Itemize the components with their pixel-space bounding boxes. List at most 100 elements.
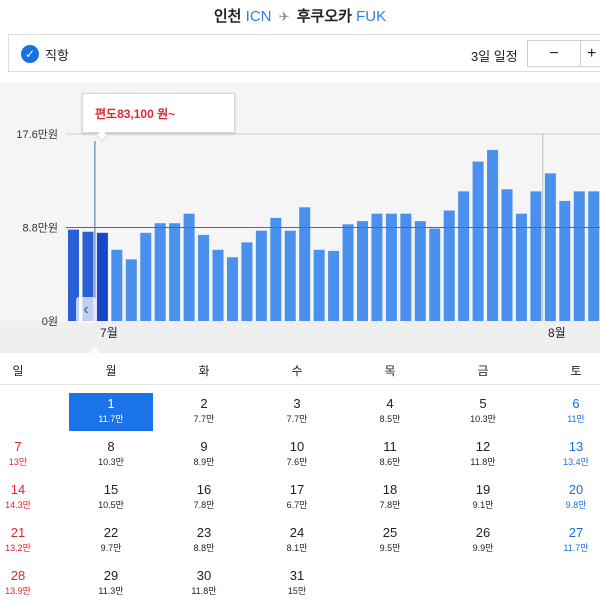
chart-bar[interactable] [255, 230, 267, 321]
chart-bar[interactable] [270, 217, 282, 321]
calendar-day-number: 4 [386, 396, 394, 411]
chart-bar[interactable] [313, 249, 325, 321]
chart-bar[interactable] [342, 224, 354, 321]
chart-bar[interactable] [515, 213, 527, 321]
decrease-days-button[interactable]: − [527, 40, 581, 67]
calendar-day-price: 9.8만 [565, 500, 587, 510]
calendar-day[interactable]: 13 13.4만 [534, 436, 600, 474]
chart-bar[interactable] [588, 191, 600, 321]
month-label: 7월 [100, 326, 118, 340]
calendar-day-price: 7.8만 [193, 500, 215, 510]
calendar-day[interactable]: 26 9.9만 [441, 522, 525, 560]
calendar-day[interactable]: 1 11.7만 [69, 393, 153, 431]
calendar-day[interactable]: 17 6.7만 [255, 479, 339, 517]
calendar-weekday-header: 일월화수목금토 [0, 353, 600, 385]
calendar-day[interactable]: 20 9.8만 [534, 479, 600, 517]
calendar-day[interactable]: 19 9.1만 [441, 479, 525, 517]
chart-bar[interactable] [559, 200, 571, 321]
calendar-day[interactable]: 10 7.6만 [255, 436, 339, 474]
chart-bar[interactable] [429, 228, 441, 321]
calendar-day[interactable]: 12 11.8만 [441, 436, 525, 474]
calendar-day-price: 11.8만 [470, 457, 496, 467]
chart-bar[interactable] [198, 234, 210, 321]
chart-prev-button[interactable]: ‹ [76, 297, 96, 323]
chart-bar[interactable] [472, 161, 484, 321]
chart-bar[interactable] [111, 249, 123, 321]
calendar-day-number: 26 [475, 525, 491, 540]
chart-bar[interactable] [357, 221, 368, 321]
calendar-day-number: 7 [14, 439, 22, 454]
chart-bar[interactable] [284, 230, 296, 321]
destination-code: FUK [356, 8, 387, 25]
calendar-day[interactable]: 21 13.2만 [0, 522, 60, 560]
calendar-day-number: 28 [10, 568, 26, 583]
chart-bar[interactable] [299, 207, 311, 321]
calendar-day[interactable]: 18 7.8만 [348, 479, 432, 517]
options-bar: ✓ 직항 3일 일정 − + [8, 34, 600, 72]
calendar-day-price: 6.7만 [286, 500, 308, 510]
chart-bar[interactable] [371, 213, 383, 321]
calendar-day[interactable]: 11 8.6만 [348, 436, 432, 474]
calendar-day[interactable]: 28 13.9만 [0, 565, 60, 600]
calendar-day[interactable]: 15 10.5만 [69, 479, 153, 517]
calendar-day[interactable]: 16 7.8만 [162, 479, 246, 517]
chart-bar[interactable] [183, 213, 195, 321]
chart-bar[interactable] [458, 191, 470, 321]
calendar-day[interactable]: 24 8.1만 [255, 522, 339, 560]
calendar-day-number: 12 [475, 439, 491, 454]
chart-bar[interactable] [125, 259, 137, 321]
calendar-day[interactable]: 30 11.8만 [162, 565, 246, 600]
chart-bar[interactable] [226, 257, 238, 321]
chart-bar[interactable] [96, 232, 108, 321]
price-tooltip: 편도83,100 원~ [82, 93, 235, 133]
calendar-day[interactable]: 5 10.3만 [441, 393, 525, 431]
chart-bar[interactable] [544, 173, 556, 321]
calendar-day-price: 8.6만 [379, 457, 401, 467]
increase-days-button[interactable]: + [580, 40, 600, 67]
chart-bar[interactable] [573, 191, 585, 321]
calendar-day[interactable]: 23 8.8만 [162, 522, 246, 560]
chart-bar[interactable] [530, 191, 542, 321]
calendar-day[interactable]: 7 13만 [0, 436, 60, 474]
calendar-day-price: 10.5만 [98, 500, 124, 510]
chart-bar[interactable] [154, 223, 166, 321]
calendar-day[interactable]: 27 11.7만 [534, 522, 600, 560]
calendar-day-price: 10.3만 [98, 457, 124, 467]
chart-bar[interactable] [414, 221, 426, 321]
calendar-day[interactable]: 29 11.3만 [69, 565, 153, 600]
calendar-day-number: 11 [383, 439, 397, 454]
calendar-day[interactable]: 9 8.9만 [162, 436, 246, 474]
route-title: 인천 ICN ✈ 후쿠오카 FUK [0, 0, 600, 34]
calendar-day[interactable]: 3 7.7만 [255, 393, 339, 431]
calendar-day[interactable]: 14 14.3만 [0, 479, 60, 517]
chart-bar[interactable] [140, 232, 152, 321]
calendar-day[interactable]: 2 7.7만 [162, 393, 246, 431]
calendar-day-number: 31 [289, 568, 305, 583]
calendar-day-price: 11.3만 [98, 586, 124, 596]
chart-bar[interactable] [487, 149, 499, 321]
calendar-day-number: 20 [568, 482, 584, 497]
calendar-day[interactable]: 22 9.7만 [69, 522, 153, 560]
chart-bar[interactable] [385, 213, 397, 321]
weekday-label: 토 [570, 364, 582, 378]
calendar-day[interactable]: 8 10.3만 [69, 436, 153, 474]
calendar-day-price: 11.7만 [563, 543, 589, 553]
chart-bar[interactable] [501, 189, 513, 321]
chart-bar[interactable] [400, 213, 412, 321]
calendar-day-number: 17 [289, 482, 305, 497]
direct-flight-checkbox[interactable]: ✓ [21, 45, 39, 63]
month-label: 8월 [548, 326, 566, 340]
calendar-day[interactable]: 6 11만 [534, 393, 600, 431]
chart-bar[interactable] [212, 249, 224, 321]
calendar-day-price: 8.1만 [286, 543, 308, 553]
calendar-day[interactable]: 31 15만 [255, 565, 339, 600]
calendar-day[interactable]: 4 8.5만 [348, 393, 432, 431]
chart-bar[interactable] [169, 223, 181, 321]
calendar-day[interactable]: 25 9.5만 [348, 522, 432, 560]
calendar: 일월화수목금토 1 11.7만 2 7.7만 3 7.7만 4 8.5만 5 10.3만 6 11만 7… [0, 353, 600, 600]
direct-flight-label[interactable]: 직항 [45, 45, 69, 64]
calendar-day-price: 11만 [567, 414, 585, 424]
chart-bar[interactable] [328, 250, 340, 321]
chart-bar[interactable] [241, 242, 253, 321]
calendar-day-number: 8 [107, 439, 115, 454]
